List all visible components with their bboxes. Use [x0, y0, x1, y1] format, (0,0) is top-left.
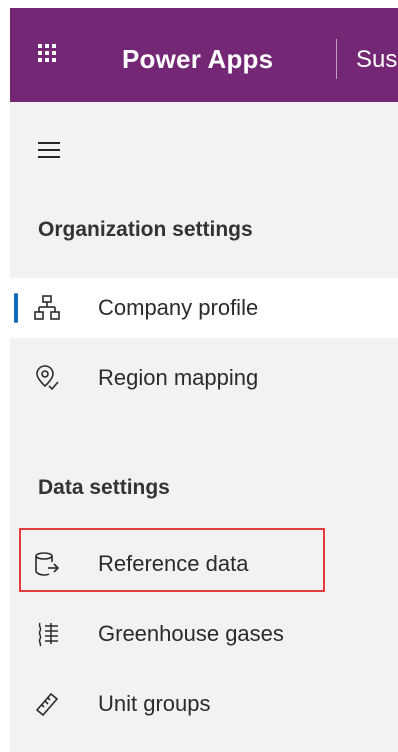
sidebar-nav: Organization settings Company profile Re…	[10, 102, 398, 752]
sidebar-item-label: Region mapping	[98, 365, 259, 390]
waffle-icon[interactable]	[38, 44, 58, 64]
sidebar-item-label: Unit groups	[98, 691, 211, 716]
sidebar-item-label: Company profile	[98, 295, 259, 320]
sidebar-item-region-mapping[interactable]: Region mapping	[10, 348, 398, 408]
sidebar-item-label: Greenhouse gases	[98, 621, 284, 646]
sidebar-item-label: Reference data	[98, 551, 249, 576]
sidebar-item-greenhouse-gases[interactable]: Greenhouse gases	[10, 604, 398, 664]
org-chart-icon	[34, 294, 60, 322]
map-pin-icon	[34, 364, 60, 392]
gas-icon	[34, 620, 60, 648]
selected-indicator	[14, 293, 18, 323]
environment-name[interactable]: Sus	[356, 46, 397, 74]
app-title[interactable]: Power Apps	[122, 44, 273, 74]
database-arrow-icon	[34, 550, 60, 578]
app-frame: Power Apps Sus Organization settings Com…	[0, 0, 398, 752]
nav-group-heading-organization-settings: Organization settings	[38, 218, 253, 241]
ruler-icon	[34, 690, 60, 718]
sidebar-item-reference-data[interactable]: Reference data	[10, 534, 398, 594]
title-divider	[336, 39, 337, 79]
nav-group-heading-data-settings: Data settings	[38, 476, 170, 499]
hamburger-icon[interactable]	[38, 142, 60, 158]
sidebar-item-company-profile[interactable]: Company profile	[10, 278, 398, 338]
sidebar-item-unit-groups[interactable]: Unit groups	[10, 674, 398, 734]
top-app-bar: Power Apps Sus	[10, 8, 398, 102]
